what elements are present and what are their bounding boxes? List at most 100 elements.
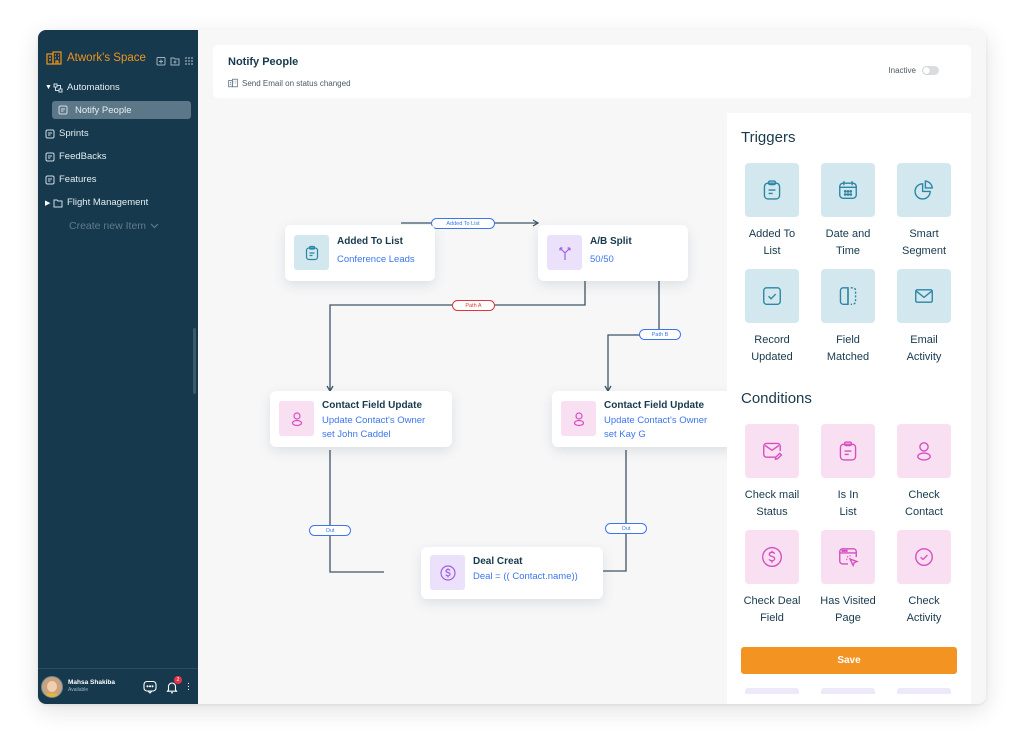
sidebar-item-features[interactable]: Features xyxy=(38,168,198,191)
tile-label: List xyxy=(763,245,781,257)
node-subtitle: Conference Leads xyxy=(337,254,415,265)
condition-check-deal-field[interactable]: Check Deal Field xyxy=(733,530,811,627)
edge-label-out-a[interactable]: Out xyxy=(309,525,351,536)
space-header: Atwork's Space xyxy=(46,51,194,66)
tile-label: Activity xyxy=(906,351,942,363)
split-icon xyxy=(547,235,582,270)
edge-label-out-b[interactable]: Out xyxy=(605,523,647,534)
browser-click-icon xyxy=(821,530,875,584)
calendar-icon xyxy=(821,163,875,217)
flow-canvas[interactable]: Added To List Path A Path B Out Out Adde… xyxy=(198,98,734,704)
mail-icon xyxy=(897,269,951,323)
tile-label: Check Deal xyxy=(743,595,801,607)
trigger-email-activity[interactable]: Email Activity xyxy=(885,269,963,366)
add-folder-icon[interactable] xyxy=(170,53,180,66)
tile-label: Record xyxy=(754,334,790,346)
trigger-record-updated[interactable]: Record Updated xyxy=(733,269,811,366)
caret-right-icon: ▶ xyxy=(45,199,51,207)
user-name: Mahsa Shakiba xyxy=(68,678,115,686)
tile-label: Field xyxy=(760,612,784,624)
node-title: Deal Creat xyxy=(473,556,523,567)
dollar-icon xyxy=(745,530,799,584)
chat-icon[interactable] xyxy=(143,680,157,694)
dollar-icon xyxy=(430,555,465,590)
active-toggle[interactable] xyxy=(922,66,939,75)
node-contact-update-b[interactable]: Contact Field Update Update Contact's Ow… xyxy=(552,391,734,447)
sidebar-scrollbar[interactable] xyxy=(193,328,196,394)
sidebar-item-label: FeedBacks xyxy=(59,151,107,162)
space-name[interactable]: Atwork's Space xyxy=(67,52,146,64)
sidebar-nav: ▼ Automations Notify People Sprints Feed… xyxy=(38,76,198,238)
trigger-date-and-time[interactable]: Date and Time xyxy=(809,163,887,260)
page-header: Notify People Send Email on status chang… xyxy=(213,45,971,98)
node-ab-split[interactable]: A/B Split 50/50 xyxy=(538,225,688,281)
node-contact-update-a[interactable]: Contact Field Update Update Contact's Ow… xyxy=(270,391,452,447)
tile-label: List xyxy=(839,506,857,518)
edge-label-path-a[interactable]: Path A xyxy=(452,300,495,311)
user-icon xyxy=(897,424,951,478)
tile-label: Time xyxy=(835,245,861,257)
trigger-added-to-list[interactable]: Added To List xyxy=(733,163,811,260)
pie-chart-icon xyxy=(897,163,951,217)
sidebar-item-flight-management[interactable]: ▶ Flight Management xyxy=(38,191,198,214)
node-subtitle: Update Contact's Owner set John Caddel xyxy=(322,414,425,442)
node-added-to-list[interactable]: Added To List Conference Leads xyxy=(285,225,435,281)
condition-check-contact[interactable]: Check Contact xyxy=(885,424,963,521)
tile-label: Updated xyxy=(751,351,793,363)
sidebar: Atwork's Space ▼ Automations Notify Peop… xyxy=(38,30,198,704)
node-line: set Kay G xyxy=(604,429,646,440)
grid-icon[interactable] xyxy=(184,53,194,65)
node-subtitle: Deal = (( Contact.name)) xyxy=(473,571,578,582)
node-title: Added To List xyxy=(337,236,403,247)
condition-check-mail-status[interactable]: Check mail Status xyxy=(733,424,811,521)
partial-tile xyxy=(821,688,875,694)
condition-is-in-list[interactable]: Is In List xyxy=(809,424,887,521)
subtitle-text: Send Email on status changed xyxy=(242,78,351,88)
tile-label: Has Visited xyxy=(820,595,876,607)
sidebar-item-label: Automations xyxy=(67,82,120,93)
bell-icon[interactable]: 2 xyxy=(165,675,182,694)
node-deal-create[interactable]: Deal Creat Deal = (( Contact.name)) xyxy=(421,547,603,599)
create-new-label: Create new Item xyxy=(69,220,147,232)
trigger-smart-segment[interactable]: Smart Segment xyxy=(885,163,963,260)
status-label: Inactive xyxy=(888,66,916,75)
add-item-icon[interactable] xyxy=(156,53,166,66)
tile-label: Check mail xyxy=(744,489,800,501)
tile-label: Page xyxy=(835,612,861,624)
sidebar-item-label: Flight Management xyxy=(67,197,149,208)
condition-check-activity[interactable]: Check Activity xyxy=(885,530,963,627)
user-bar: Mahsa Shakiba Available 2 · · · xyxy=(38,668,198,704)
tile-label: Check xyxy=(908,489,940,501)
conditions-title: Conditions xyxy=(741,390,812,407)
user-icon xyxy=(561,401,596,436)
save-button[interactable]: Save xyxy=(741,647,957,674)
caret-down-icon: ▼ xyxy=(45,84,52,91)
trigger-field-matched[interactable]: Field Matched xyxy=(809,269,887,366)
page-subtitle: Send Email on status changed xyxy=(228,78,351,88)
tile-label: Field xyxy=(836,334,860,346)
sidebar-item-automations[interactable]: ▼ Automations xyxy=(38,76,198,99)
create-new-item-button[interactable]: Create new Item xyxy=(38,214,198,238)
components-panel: Triggers Added To List Date and Time Smart… xyxy=(727,113,971,704)
avatar[interactable] xyxy=(41,675,63,698)
sidebar-item-label: Notify People xyxy=(75,104,132,116)
check-circle-icon xyxy=(897,530,951,584)
more-options-icon[interactable]: · · · xyxy=(187,679,190,695)
mail-edit-icon xyxy=(745,424,799,478)
edge-label-path-b[interactable]: Path B xyxy=(639,329,681,340)
user-icon xyxy=(279,401,314,436)
partial-tile xyxy=(897,688,951,694)
clipboard-icon xyxy=(294,235,329,270)
sidebar-item-feedbacks[interactable]: FeedBacks xyxy=(38,145,198,168)
sidebar-item-sprints[interactable]: Sprints xyxy=(38,122,198,145)
node-title: Contact Field Update xyxy=(604,400,705,411)
automation-icon xyxy=(53,83,63,93)
sidebar-item-notify-people[interactable]: Notify People xyxy=(52,101,191,119)
edge-label-added-to-list[interactable]: Added To List xyxy=(431,218,495,229)
document-icon xyxy=(45,129,55,139)
document-icon xyxy=(45,175,55,185)
condition-has-visited-page[interactable]: Has Visited Page xyxy=(809,530,887,627)
tile-label: Is In xyxy=(837,489,859,501)
node-line: Update Contact's Owner xyxy=(604,415,708,426)
tile-label: Date and xyxy=(825,228,871,240)
